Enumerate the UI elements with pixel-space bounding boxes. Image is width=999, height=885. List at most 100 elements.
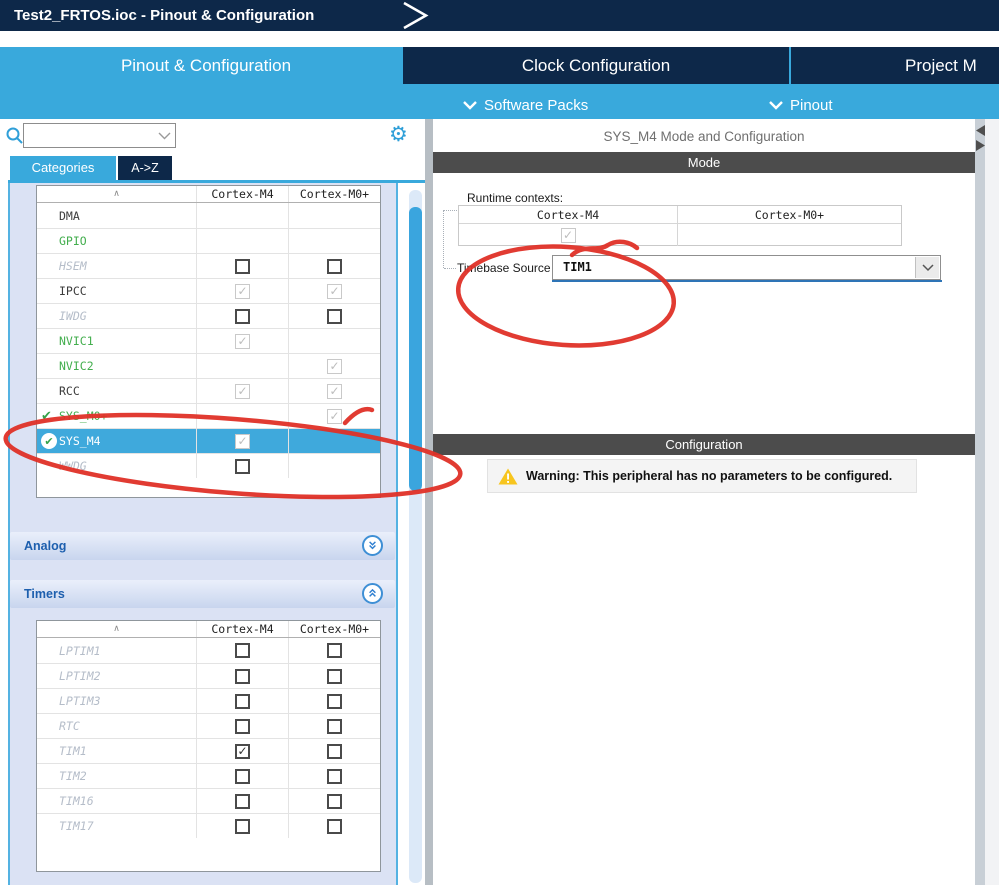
peripheral-row-SYS_M4[interactable]: ✔ SYS_M4 — [37, 428, 380, 453]
checkbox-checked-disabled[interactable] — [327, 383, 342, 399]
checkbox-unchecked[interactable] — [235, 768, 250, 784]
cell-cortex-m4 — [197, 814, 289, 838]
checkbox-unchecked[interactable] — [327, 768, 342, 784]
peripheral-row-GPIO[interactable]: GPIO — [37, 228, 380, 253]
peripheral-row-TIM1[interactable]: TIM1 — [37, 738, 380, 763]
checkbox-unchecked[interactable] — [235, 643, 250, 658]
checkbox-checked-disabled[interactable] — [235, 383, 250, 399]
checkbox-unchecked[interactable] — [327, 258, 342, 274]
peripheral-row-IWDG[interactable]: IWDG — [37, 303, 380, 328]
checkbox-unchecked[interactable] — [327, 818, 342, 834]
dropdown-button[interactable] — [915, 257, 939, 278]
sidebar-scrollbar-thumb[interactable] — [409, 207, 422, 491]
peripheral-row-TIM16[interactable]: TIM16 — [37, 788, 380, 813]
collapse-right-arrow-icon[interactable] — [976, 140, 985, 151]
cell-cortex-m4 — [197, 229, 289, 253]
checkbox-checked-disabled[interactable] — [327, 408, 342, 424]
tab-pinout-configuration[interactable]: Pinout & Configuration — [10, 47, 402, 85]
checkbox-checked-disabled[interactable] — [235, 283, 250, 299]
section-analog[interactable]: Analog — [10, 532, 395, 560]
subtab-software-packs[interactable]: Software Packs — [463, 93, 588, 117]
chevron-down-icon — [463, 100, 477, 110]
peripheral-row-LPTIM1[interactable]: LPTIM1 — [37, 638, 380, 663]
checkbox-unchecked[interactable] — [327, 718, 342, 734]
timebase-source-dropdown[interactable]: TIM1 — [552, 255, 941, 280]
peripheral-row-SYS_M0+[interactable]: ✔ SYS_M0+ — [37, 403, 380, 428]
timers-table: ∧ Cortex-M4 Cortex-M0+ LPTIM1 LPTIM2 LPT… — [36, 620, 381, 872]
peripheral-row-TIM17[interactable]: TIM17 — [37, 813, 380, 838]
collapse-left-arrow-icon[interactable] — [976, 125, 985, 136]
checkbox-checked-disabled[interactable] — [560, 227, 576, 243]
checkbox-checked-disabled[interactable] — [327, 283, 342, 299]
checkbox-checked-disabled[interactable] — [235, 433, 250, 449]
checkbox-unchecked[interactable] — [235, 718, 250, 734]
checkbox-unchecked[interactable] — [235, 258, 250, 274]
checkbox-unchecked[interactable] — [235, 793, 250, 809]
checkbox-unchecked[interactable] — [327, 668, 342, 684]
cell-cortex-m4 — [197, 739, 289, 763]
search-input[interactable] — [23, 123, 176, 148]
cell-cortex-m4 — [197, 714, 289, 738]
column-header-cortex-m0: Cortex-M0+ — [299, 622, 370, 636]
peripheral-label: WWDG — [59, 459, 87, 473]
subtab-pinout[interactable]: Pinout — [769, 93, 833, 117]
peripheral-row-LPTIM2[interactable]: LPTIM2 — [37, 663, 380, 688]
cell-cortex-m4 — [197, 329, 289, 353]
tab-a-to-z[interactable]: A->Z — [118, 156, 172, 180]
mode-header: Mode — [433, 152, 975, 173]
gear-icon[interactable]: ⚙ — [389, 122, 408, 146]
peripheral-row-IPCC[interactable]: IPCC — [37, 278, 380, 303]
system-peripherals-table: ∧ Cortex-M4 Cortex-M0+ DMA GPIO HSEM IPC… — [36, 185, 381, 498]
peripheral-row-WWDG[interactable]: WWDG — [37, 453, 380, 478]
peripheral-row-TIM2[interactable]: TIM2 — [37, 763, 380, 788]
checkbox-unchecked[interactable] — [327, 743, 342, 759]
tab-clock-configuration[interactable]: Clock Configuration — [403, 47, 789, 84]
peripheral-row-NVIC2[interactable]: NVIC2 — [37, 353, 380, 378]
peripheral-label: RTC — [59, 719, 80, 733]
panel-splitter[interactable] — [425, 119, 433, 885]
checkbox-unchecked[interactable] — [327, 793, 342, 809]
tab-project-manager[interactable]: Project M — [791, 47, 999, 84]
peripheral-row-NVIC1[interactable]: NVIC1 — [37, 328, 380, 353]
checkbox-unchecked[interactable] — [235, 693, 250, 709]
collapse-section-icon[interactable] — [362, 583, 383, 604]
table-empty-area — [37, 838, 380, 871]
checkbox-unchecked[interactable] — [235, 668, 250, 684]
search-dropdown-chevron-icon[interactable] — [158, 132, 171, 140]
peripheral-label: TIM2 — [59, 769, 87, 783]
checkbox-checked[interactable] — [235, 743, 250, 759]
checkbox-unchecked[interactable] — [327, 643, 342, 658]
expand-section-icon[interactable] — [362, 535, 383, 556]
section-timers[interactable]: Timers — [10, 580, 395, 608]
peripheral-label: NVIC1 — [59, 334, 94, 348]
peripheral-row-LPTIM3[interactable]: LPTIM3 — [37, 688, 380, 713]
checkbox-unchecked[interactable] — [235, 458, 250, 474]
peripheral-row-RTC[interactable]: RTC — [37, 713, 380, 738]
peripheral-label: TIM17 — [59, 819, 94, 833]
sort-caret-icon[interactable]: ∧ — [113, 624, 120, 634]
tab-categories[interactable]: Categories — [10, 156, 116, 180]
checkbox-unchecked[interactable] — [235, 818, 250, 834]
contexts-value-row — [459, 224, 901, 246]
warning-box: Warning: This peripheral has no paramete… — [487, 459, 917, 493]
checkbox-unchecked[interactable] — [327, 308, 342, 324]
checkbox-checked-disabled[interactable] — [235, 333, 250, 349]
checkbox-checked-disabled[interactable] — [327, 358, 342, 374]
sort-caret-icon[interactable]: ∧ — [113, 189, 120, 199]
peripheral-row-DMA[interactable]: DMA — [37, 203, 380, 228]
tree-guide-line — [444, 268, 456, 270]
peripheral-row-RCC[interactable]: RCC — [37, 378, 380, 403]
cell-cortex-m0 — [289, 229, 380, 253]
cell-cortex-m0 — [289, 789, 380, 813]
panel-title: SYS_M4 Mode and Configuration — [603, 129, 805, 144]
cell-cortex-m0 — [289, 279, 380, 303]
peripheral-row-HSEM[interactable]: HSEM — [37, 253, 380, 278]
chevron-down-icon — [769, 100, 783, 110]
cell-cortex-m4 — [197, 454, 289, 478]
checkbox-unchecked[interactable] — [235, 308, 250, 324]
table-header-row: ∧ Cortex-M4 Cortex-M0+ — [37, 186, 380, 203]
section-analog-label: Analog — [24, 539, 67, 553]
checkbox-unchecked[interactable] — [327, 693, 342, 709]
table-header-row: ∧ Cortex-M4 Cortex-M0+ — [37, 621, 380, 638]
main-scrollbar-track[interactable] — [975, 119, 985, 885]
